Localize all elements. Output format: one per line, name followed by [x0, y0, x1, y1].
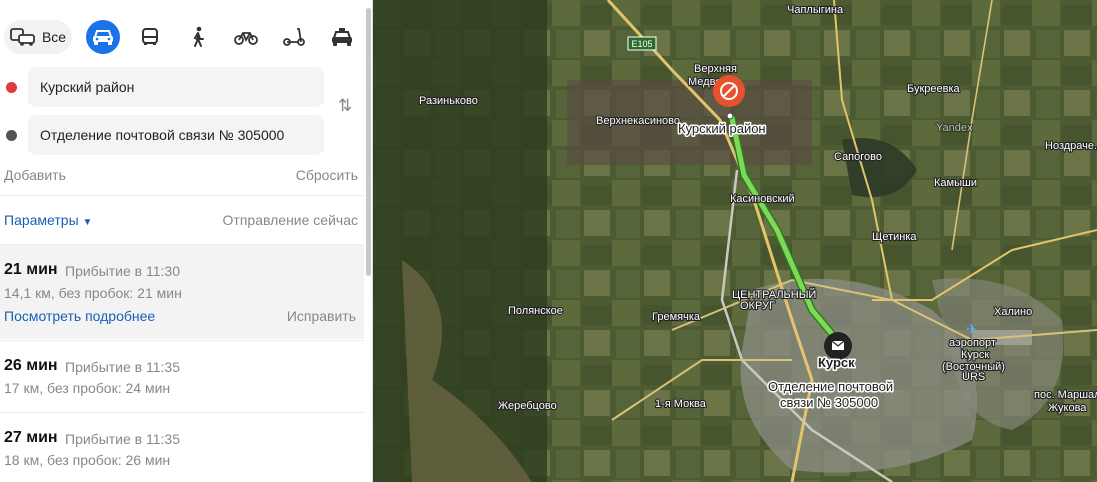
start-point — [726, 112, 734, 120]
mode-car-button[interactable] — [86, 20, 120, 54]
place-label: 1-я Моква — [655, 398, 707, 410]
route-distance: 17 км, без пробок: 24 мин — [4, 380, 171, 396]
place-label: Жеребцово — [498, 400, 557, 412]
satellite-map[interactable]: E105 Чаплыгина Верхняя Медведи... Разиньк… — [372, 0, 1097, 482]
airport-marker: ✈ — [966, 322, 978, 338]
place-label: Букреевка — [907, 83, 961, 95]
route-from: Курский район — [0, 67, 362, 107]
bike-icon — [234, 32, 258, 45]
walk-icon — [193, 26, 204, 47]
route-option-2[interactable]: 26 мин Прибытие в 11:35 17 км, без пробо… — [0, 341, 364, 411]
mode-walk-button[interactable] — [181, 20, 215, 54]
place-label: URS — [962, 371, 985, 383]
taxi-icon — [332, 28, 352, 46]
place-label: Щетинка — [872, 231, 917, 243]
place-label: Разиньково — [419, 95, 478, 107]
route-distance: 18 км, без пробок: 26 мин — [4, 452, 171, 468]
bus-icon — [142, 28, 158, 45]
place-label: Камыши — [934, 177, 977, 189]
mode-bus-button[interactable] — [133, 20, 167, 54]
road-shield-label: E105 — [631, 39, 652, 49]
route-option-1[interactable]: 21 мин Прибытие в 11:30 14,1 км, без про… — [0, 245, 364, 339]
params-label: Параметры — [4, 212, 79, 228]
route-distance: 14,1 км, без пробок: 21 мин — [4, 285, 182, 301]
transport-modes: Все — [0, 18, 362, 56]
to-dot — [6, 130, 17, 141]
place-label: Касиновский — [730, 193, 795, 205]
place-label: Гремячка — [652, 311, 701, 323]
route-panel: Все Курский район ⇅ Отделение почтовой с… — [0, 0, 373, 482]
route-duration: 27 мин — [4, 429, 58, 446]
route-to: Отделение почтовой связи № 305000 — [0, 115, 362, 155]
route-arrival: Прибытие в 11:30 — [65, 263, 180, 279]
place-label: Халино — [994, 306, 1032, 318]
route-option-3[interactable]: 27 мин Прибытие в 11:35 18 км, без пробо… — [0, 413, 364, 482]
dropdown-triangle-icon: ▼ — [82, 217, 93, 228]
place-label: Верхнекасиново — [596, 115, 680, 127]
city-label: Курск — [818, 355, 855, 370]
route-arrival: Прибытие в 11:35 — [65, 359, 180, 375]
car-icon — [93, 30, 113, 45]
place-label: Ноздраче... — [1045, 140, 1097, 152]
params-button[interactable]: Параметры ▼ — [4, 212, 92, 228]
scooter-icon — [283, 28, 305, 46]
departure-time-button[interactable]: Отправление сейчас — [223, 212, 358, 228]
place-label: Полянское — [508, 305, 563, 317]
mode-all-label: Все — [41, 29, 67, 45]
from-dot — [6, 82, 17, 93]
road-shield: E105 — [627, 36, 657, 51]
multi-transport-icon — [10, 28, 35, 46]
params-row: Параметры ▼ Отправление сейчас — [4, 212, 358, 228]
from-input[interactable]: Курский район — [28, 67, 324, 107]
panel-scrollbar[interactable] — [366, 8, 371, 276]
waypoint-actions: Добавить Сбросить — [4, 167, 358, 183]
route-fix-button[interactable]: Исправить — [287, 308, 356, 324]
add-waypoint-button[interactable]: Добавить — [4, 167, 66, 183]
reset-button[interactable]: Сбросить — [296, 167, 358, 183]
swap-icon[interactable]: ⇅ — [338, 96, 352, 116]
divider — [0, 195, 364, 196]
route-duration: 26 мин — [4, 357, 58, 374]
route-details-link[interactable]: Посмотреть подробнее — [4, 308, 155, 324]
yandex-watermark: Yandex — [936, 122, 973, 134]
place-label: Чаплыгина — [787, 4, 844, 16]
mode-all-button[interactable]: Все — [4, 20, 72, 54]
end-label: Отделение почтовой связи № 305000 — [768, 379, 893, 410]
place-label: Сапогово — [834, 151, 882, 163]
route-arrival: Прибытие в 11:35 — [65, 431, 180, 447]
start-label: Курский район — [678, 121, 766, 136]
mode-scooter-button[interactable] — [277, 20, 311, 54]
route-duration: 21 мин — [4, 261, 58, 278]
mode-taxi-button[interactable] — [325, 20, 359, 54]
to-input[interactable]: Отделение почтовой связи № 305000 — [28, 115, 324, 155]
airplane-icon: ✈ — [966, 322, 978, 338]
mode-bike-button[interactable] — [229, 20, 263, 54]
